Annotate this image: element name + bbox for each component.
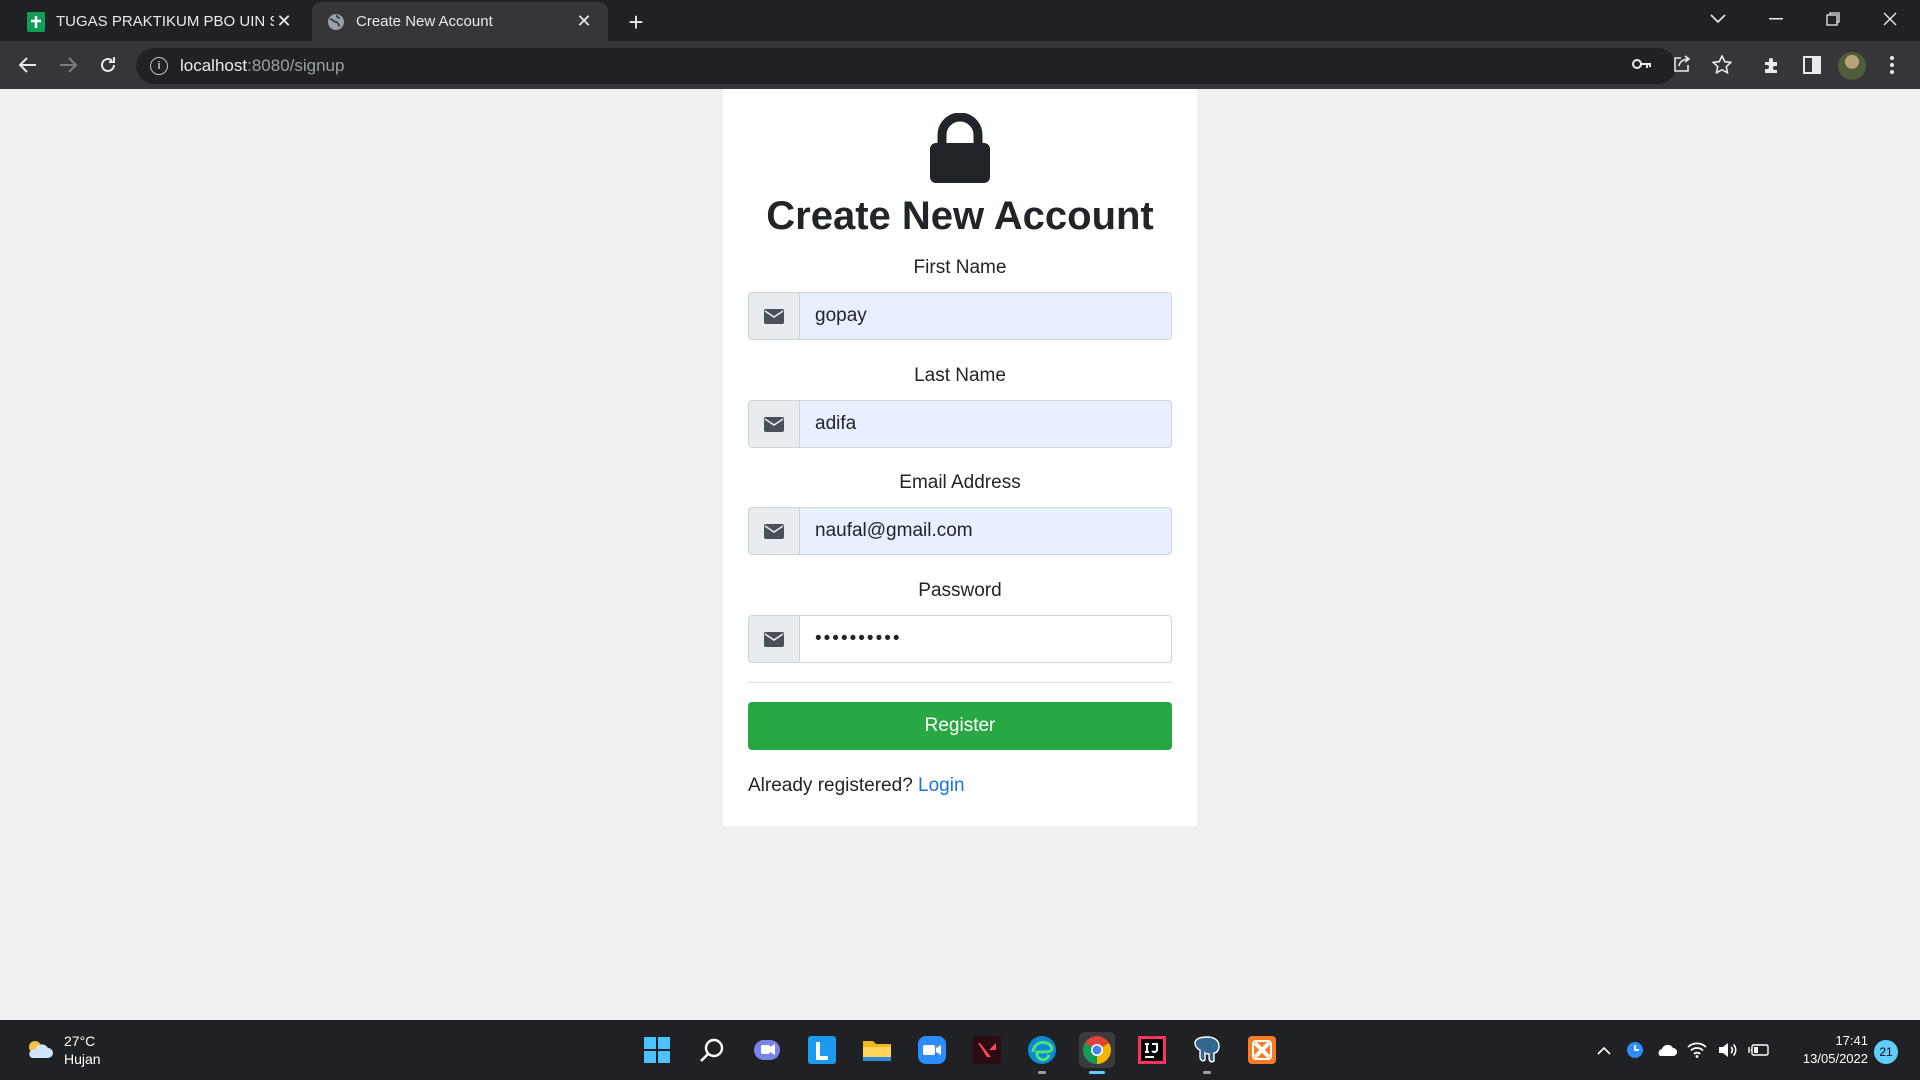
email-label: Email Address [899,472,1021,493]
tab-title: TUGAS PRAKTIKUM PBO UIN SGD [56,13,274,30]
profile-avatar[interactable] [1838,52,1866,80]
envelope-icon [748,615,799,663]
system-clock[interactable]: 17:41 13/05/2022 [1782,1032,1868,1068]
already-registered-label: Already registered? [748,775,913,796]
chrome-icon[interactable] [1079,1032,1115,1074]
password-field[interactable] [799,615,1172,663]
reload-button[interactable] [92,49,124,81]
envelope-icon [748,292,799,340]
xampp-icon[interactable] [1244,1032,1280,1068]
intellij-icon[interactable] [1134,1032,1170,1068]
password-group [748,615,1172,663]
running-indicator [1203,1071,1211,1074]
clock-date: 13/05/2022 [1802,1051,1868,1066]
first-name-input[interactable] [799,292,1172,340]
browser-tab-strip: TUGAS PRAKTIKUM PBO UIN SGD ✕ Create New… [0,0,1920,41]
show-hidden-icons-chevron-icon[interactable] [1592,1038,1616,1062]
active-indicator [1089,1071,1105,1074]
minimize-button[interactable] [1748,0,1804,38]
first-name-label: First Name [913,257,1007,278]
close-tab-icon[interactable]: ✕ [274,11,294,32]
battery-icon[interactable] [1747,1038,1771,1062]
url-host: localhost [180,56,248,75]
running-indicator [1038,1071,1046,1074]
volume-icon[interactable] [1716,1038,1740,1062]
email-field[interactable] [799,507,1172,555]
rain-cloud-icon [24,1038,54,1062]
valorant-icon[interactable] [969,1032,1005,1068]
share-icon[interactable] [1667,49,1697,79]
page-viewport: Create New Account First Name Last Name … [0,89,1920,1020]
password-label: Password [918,580,1002,601]
restore-button[interactable] [1805,0,1861,38]
forward-button[interactable] [52,49,84,81]
search-icon[interactable] [694,1032,730,1068]
already-registered-text: Already registered? Login [748,775,965,797]
browser-menu-icon[interactable] [1876,49,1908,81]
envelope-icon [748,400,799,448]
weather-condition: Hujan [64,1051,101,1067]
close-window-button[interactable] [1862,0,1918,38]
bookmark-star-icon[interactable] [1707,49,1737,79]
key-icon[interactable] [1627,49,1657,79]
signup-card: Create New Account First Name Last Name … [723,89,1197,826]
browser-toolbar: i localhost:8080/signup [0,41,1920,89]
close-tab-icon[interactable]: ✕ [574,11,594,32]
envelope-icon [748,507,799,555]
url-path: :8080/signup [247,56,345,75]
register-button[interactable]: Register [748,702,1172,750]
side-panel-icon[interactable] [1796,49,1828,81]
taskbar: 27°C Hujan 17:41 13/05/2022 21 [0,1020,1920,1080]
l-app-icon[interactable] [804,1032,840,1068]
zoom-icon[interactable] [914,1032,950,1068]
last-name-input[interactable] [799,400,1172,448]
email-group [748,507,1172,555]
postgresql-icon[interactable] [1189,1032,1225,1074]
globe-icon [326,12,346,32]
weather-widget[interactable]: 27°C Hujan [24,1032,101,1068]
teams-chat-icon[interactable] [749,1032,785,1068]
last-name-label: Last Name [914,365,1006,386]
tab-tugas-praktikum[interactable]: TUGAS PRAKTIKUM PBO UIN SGD ✕ [12,2,308,41]
back-button[interactable] [12,49,44,81]
notification-count-badge[interactable]: 21 [1874,1040,1898,1064]
clock-app-icon[interactable] [1623,1038,1647,1062]
tab-search-icon[interactable] [1690,0,1746,38]
clock-time: 17:41 [1835,1033,1868,1048]
tab-title: Create New Account [356,13,493,30]
wifi-icon[interactable] [1685,1038,1709,1062]
edge-icon[interactable] [1024,1032,1060,1074]
tab-create-new-account[interactable]: Create New Account ✕ [312,2,608,41]
start-button[interactable] [639,1032,675,1068]
last-name-group [748,400,1172,448]
login-link[interactable]: Login [918,775,965,796]
address-bar[interactable]: i localhost:8080/signup [136,48,1676,84]
page-title: Create New Account [766,194,1154,238]
onedrive-cloud-icon[interactable] [1654,1038,1678,1062]
sheets-icon [26,11,46,32]
lock-icon [928,112,992,185]
new-tab-button[interactable]: + [622,7,650,37]
file-explorer-icon[interactable] [859,1032,895,1068]
first-name-group [748,292,1172,340]
form-divider [748,682,1172,683]
site-info-icon[interactable]: i [150,57,168,75]
weather-temperature: 27°C [64,1033,96,1049]
extensions-puzzle-icon[interactable] [1756,49,1788,81]
